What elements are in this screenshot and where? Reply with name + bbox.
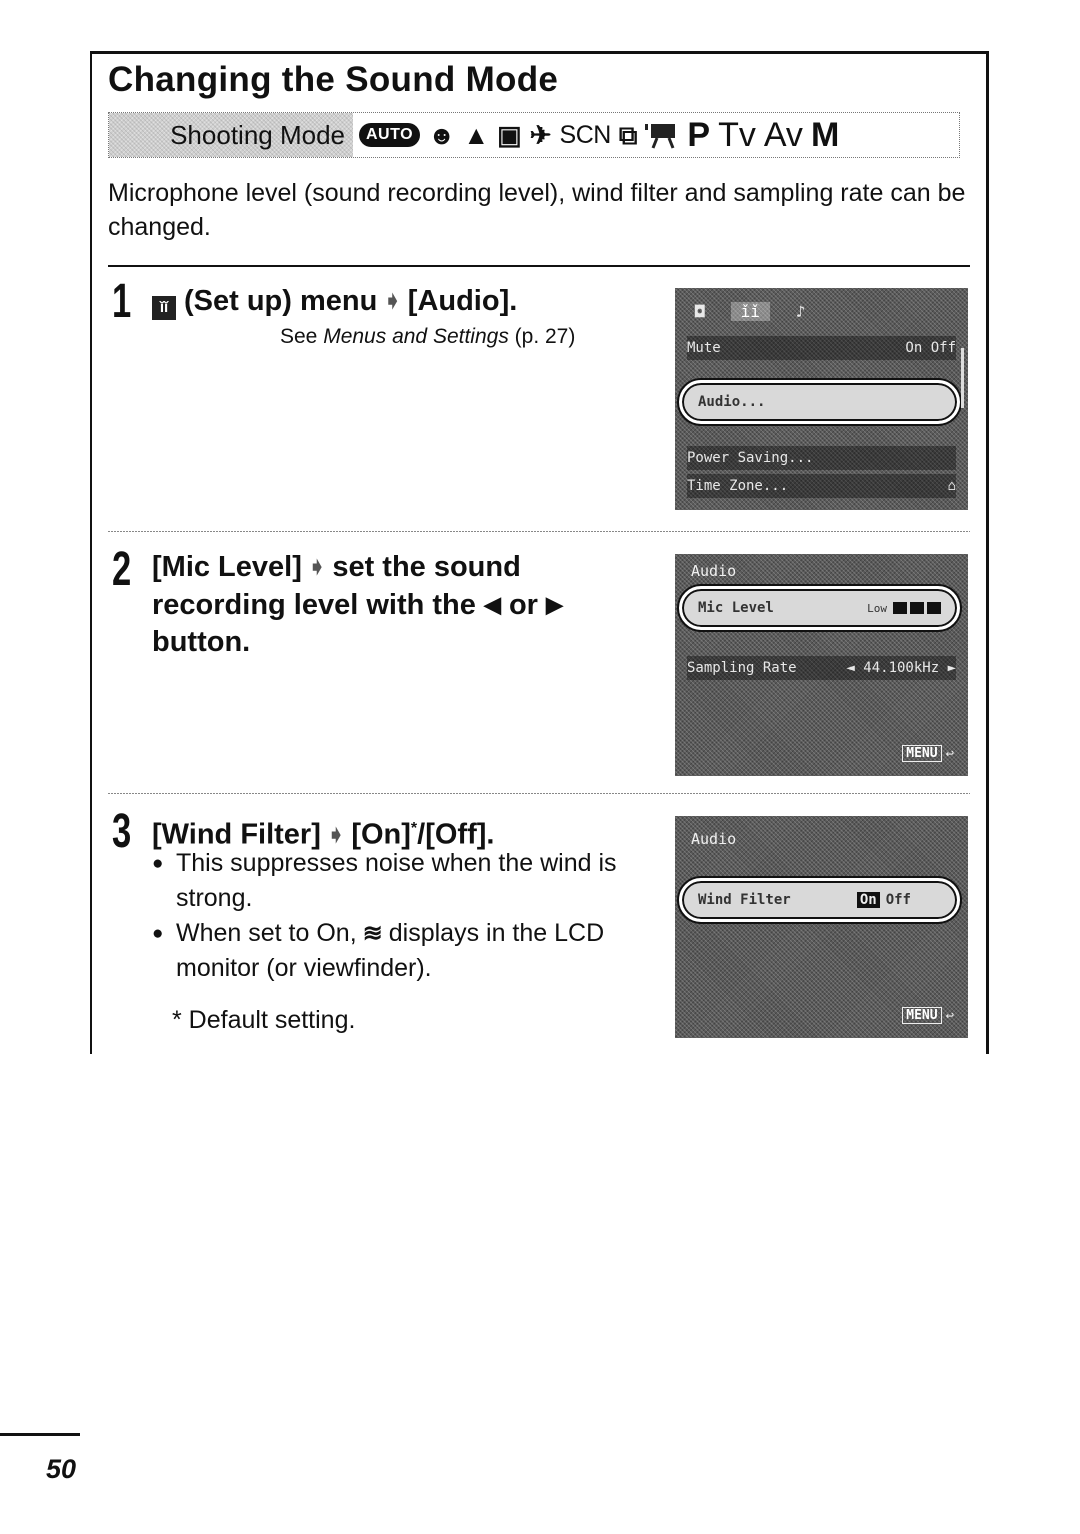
aperture-priority-mode-icon: Av: [763, 116, 803, 154]
step-2-line3: button.: [152, 626, 251, 658]
lcd-row-wind-filter-selected: Wind Filter On Off: [679, 878, 960, 922]
step-2-heading: [Mic Level] ➧ set the sound recording leve…: [152, 548, 563, 661]
arrow-right-icon: ➧: [383, 288, 402, 313]
setup-menu-icon: ǐǐ: [152, 296, 176, 320]
return-icon: ↩: [945, 745, 954, 762]
lcd-tab-setup: ǐǐ: [730, 302, 770, 321]
arrow-right-icon: ➧: [307, 554, 327, 579]
lcd-tab-mymenu: ♪: [795, 302, 806, 321]
bullet-item: This suppresses noise when the wind is s…: [152, 846, 632, 916]
lcd-row-value: Low: [867, 602, 941, 615]
page-number: 50: [46, 1454, 77, 1484]
manual-mode-icon: M: [810, 116, 840, 154]
shooting-mode-strip: Shooting Mode AUTO ☻ ▲ ▣ ✈ SCN ⧉ P Tv Av…: [108, 112, 960, 158]
wind-filter-icon: ≋: [362, 920, 383, 947]
mic-level-text: Low: [867, 601, 887, 615]
lcd-screen-wind-filter: Audio Wind Filter On Off MENU ↩: [675, 816, 968, 1038]
step-1-number: 1: [112, 275, 132, 328]
intro-text: Microphone level (sound recording level)…: [108, 179, 966, 241]
lcd-row-label: Time Zone...: [687, 478, 789, 494]
scene-mode-icon: SCN: [559, 120, 612, 149]
home-icon: ⌂: [947, 478, 956, 494]
lcd-row-value: ◄ 44.100kHz ►: [846, 660, 956, 676]
lcd-row-label: Audio...: [698, 394, 766, 410]
stitch-assist-mode-icon: ⧉: [618, 120, 638, 150]
step-divider: [108, 531, 970, 532]
lcd-row-label: Mute: [687, 340, 721, 356]
lcd-row-mute: Mute On Off: [687, 336, 956, 360]
page-title: Changing the Sound Mode: [108, 60, 559, 99]
see-prefix: See: [280, 325, 324, 348]
lcd-row-time-zone: Time Zone... ⌂: [687, 474, 956, 498]
lcd-row-mic-level-selected: Mic Level Low: [679, 586, 960, 630]
lcd-menu-tabs: ◘ ǐǐ ♪: [695, 302, 806, 321]
mic-level-indicator: [893, 602, 941, 614]
lcd-row-label: Power Saving...: [687, 450, 814, 466]
lcd-screen-setup-menu: ◘ ǐǐ ♪ Mute On Off Audio... Power Saving…: [675, 288, 968, 510]
step-1-heading: ǐǐ (Set up) menu ➧ [Audio].: [152, 282, 517, 320]
lcd-row-label: Wind Filter: [698, 892, 791, 908]
left-button-icon: ◀: [483, 592, 501, 617]
lcd-row-value: On Off: [905, 340, 956, 356]
lcd-tab-camera: ◘: [695, 302, 705, 321]
on-option: On: [856, 892, 880, 908]
movie-mode-icon: [645, 120, 679, 150]
shooting-mode-icons: AUTO ☻ ▲ ▣ ✈ SCN ⧉ P Tv Av M: [353, 113, 839, 157]
lcd-screen-mic-level: Audio Mic Level Low Sampling Rate ◄ 44.1…: [675, 554, 968, 776]
lcd-row-label: Mic Level: [698, 600, 774, 616]
lcd-header: Audio: [691, 830, 737, 848]
landscape-mode-icon: ▲: [463, 120, 490, 150]
shooting-mode-label: Shooting Mode: [109, 113, 353, 157]
step-2-line2: recording level with the: [152, 589, 476, 621]
menu-button-icon: MENU: [902, 1007, 942, 1024]
night-scene-mode-icon: ▣: [497, 120, 522, 150]
step-1-pre: (Set up) menu: [184, 285, 378, 317]
lcd-row-label: Sampling Rate: [687, 660, 797, 676]
frame-right-border: [986, 51, 989, 1054]
step-2-or: or: [508, 589, 538, 621]
sports-mode-icon: ✈: [529, 120, 552, 150]
intro-divider: [108, 265, 970, 267]
step-2-number: 2: [112, 543, 132, 596]
step-2-mic-level: [Mic Level]: [152, 551, 302, 583]
program-mode-icon: P: [687, 116, 711, 154]
bullet-item: When set to On,≋displays in the LCD moni…: [152, 916, 632, 986]
return-icon: ↩: [945, 1007, 954, 1024]
menu-button-icon: MENU: [902, 745, 942, 762]
lcd-row-sampling-rate: Sampling Rate ◄ 44.100kHz ►: [687, 656, 956, 680]
step-3-bullets: This suppresses noise when the wind is s…: [152, 846, 632, 986]
see-reference: See Menus and Settings (p. 27): [280, 325, 575, 349]
see-page: (p. 27): [508, 325, 576, 348]
lcd-row-value: On Off: [856, 892, 911, 908]
lcd-header: Audio: [691, 562, 737, 580]
lcd-menu-back: MENU ↩: [902, 745, 954, 762]
bullet-pre: When set to On,: [176, 919, 357, 947]
lcd-row-audio-selected: Audio...: [679, 380, 960, 424]
step-divider: [108, 793, 970, 794]
frame-top-border: [90, 51, 988, 54]
page-number-rule: [0, 1433, 80, 1436]
see-link: Menus and Settings: [323, 325, 509, 348]
lcd-menu-back: MENU ↩: [902, 1007, 954, 1024]
footnote: * Default setting.: [172, 1006, 356, 1034]
auto-mode-icon: AUTO: [359, 123, 421, 147]
step-3-number: 3: [112, 805, 132, 858]
step-1-post: [Audio].: [407, 285, 518, 317]
portrait-mode-icon: ☻: [428, 120, 456, 150]
step-2-line1: set the sound: [332, 551, 521, 583]
lcd-scrollbar: [961, 348, 964, 408]
off-option: Off: [885, 892, 911, 908]
lcd-row-power-saving: Power Saving...: [687, 446, 956, 470]
frame-left-border: [90, 51, 92, 1054]
shutter-priority-mode-icon: Tv: [718, 116, 756, 154]
right-button-icon: ▶: [546, 592, 563, 617]
